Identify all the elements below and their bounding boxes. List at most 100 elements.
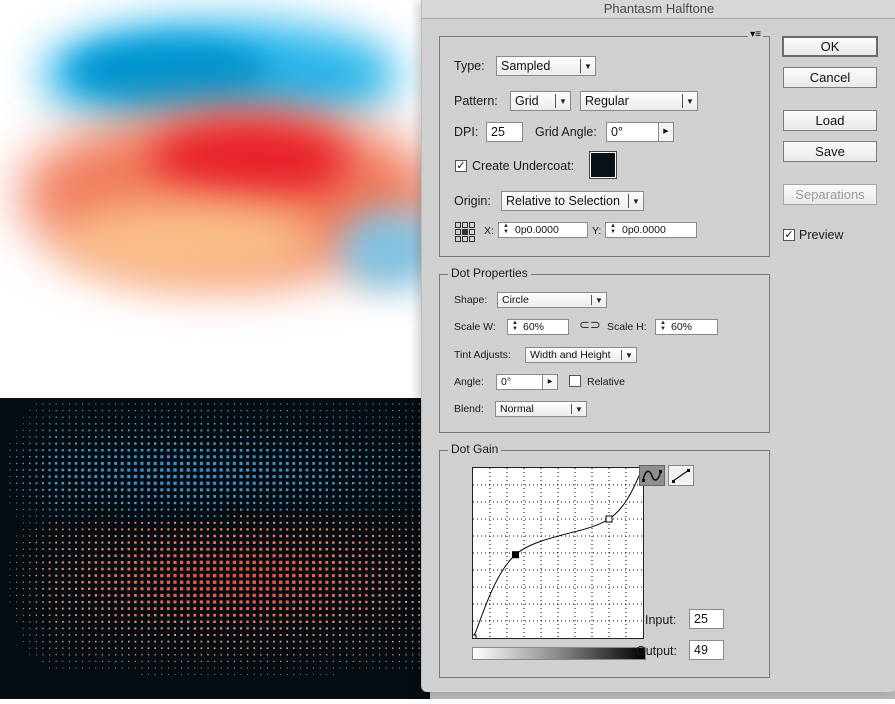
halftone-dot	[147, 508, 150, 511]
halftone-dot	[278, 587, 283, 591]
halftone-dot	[74, 455, 78, 458]
input-field[interactable]: 25	[689, 609, 724, 629]
x-input[interactable]: ▲ ▼ 0p0.0000	[498, 222, 588, 238]
halftone-dot	[94, 561, 97, 564]
halftone-dot	[69, 667, 70, 669]
halftone-dot	[365, 600, 368, 604]
pattern-select[interactable]: Grid ▼	[510, 91, 571, 111]
y-stepper[interactable]: ▲ ▼	[607, 223, 619, 237]
type-select[interactable]: Sampled ▼	[496, 56, 596, 76]
cancel-button[interactable]: Cancel	[783, 67, 877, 88]
shape-select[interactable]: Circle ▼	[497, 292, 607, 308]
halftone-dot	[299, 403, 301, 405]
dot-gain-curve-graph[interactable]	[472, 467, 644, 639]
halftone-dot	[332, 488, 335, 491]
create-undercoat-checkbox[interactable]: ✓	[455, 160, 467, 172]
halftone-dot	[160, 481, 164, 485]
halftone-dot	[16, 489, 18, 491]
halftone-dot	[94, 574, 97, 577]
halftone-dot	[305, 462, 309, 465]
x-stepper[interactable]: ▲ ▼	[500, 223, 512, 237]
play-arrow-icon[interactable]: ▶	[658, 123, 673, 141]
halftone-dot	[338, 574, 342, 577]
halftone-dot	[200, 667, 202, 669]
halftone-dot	[339, 654, 341, 656]
ok-button[interactable]: OK	[782, 36, 878, 57]
blend-select[interactable]: Normal ▼	[495, 401, 587, 417]
halftone-dot	[392, 654, 394, 656]
origin-select[interactable]: Relative to Selection ▼	[501, 191, 644, 211]
angle-input[interactable]: 0° ▶	[496, 374, 558, 390]
halftone-dot	[272, 627, 276, 630]
y-input[interactable]: ▲ ▼ 0p0.0000	[605, 222, 697, 238]
curve-point[interactable]	[472, 634, 477, 639]
halftone-dot	[147, 560, 151, 564]
halftone-dot	[398, 660, 400, 662]
halftone-dot	[207, 416, 209, 418]
tint-adjusts-select[interactable]: Width and Height ▼	[525, 347, 637, 363]
scale-h-stepper[interactable]: ▲ ▼	[657, 320, 669, 334]
halftone-dot	[88, 522, 90, 524]
halftone-dot	[305, 481, 309, 485]
scale-w-stepper[interactable]: ▲ ▼	[509, 320, 521, 334]
grid-angle-input[interactable]: 0° ▶	[606, 122, 674, 142]
load-button[interactable]: Load	[783, 110, 877, 131]
halftone-dot	[260, 667, 262, 669]
output-field[interactable]: 49	[689, 640, 724, 660]
halftone-dot	[233, 613, 236, 617]
halftone-dot	[332, 667, 334, 669]
halftone-dot	[186, 587, 190, 591]
linear-mode-button[interactable]	[668, 465, 694, 486]
curve-point-selected[interactable]	[512, 551, 519, 559]
halftone-dot	[166, 580, 171, 584]
link-icon[interactable]: ⊂⊃	[579, 317, 601, 333]
halftone-dot	[411, 475, 414, 478]
halftone-dot	[358, 541, 361, 544]
preview-checkbox[interactable]: ✓	[783, 229, 795, 241]
halftone-dot	[127, 475, 131, 479]
reference-point-icon[interactable]	[454, 221, 476, 243]
halftone-dot	[22, 555, 24, 557]
halftone-dot	[346, 410, 348, 412]
panel-menu-icon[interactable]: ▾≡	[748, 30, 763, 40]
halftone-dot	[114, 495, 117, 498]
curve-point[interactable]	[605, 515, 613, 523]
save-button[interactable]: Save	[783, 141, 877, 162]
halftone-dot	[68, 481, 71, 485]
halftone-dot	[199, 587, 204, 591]
halftone-dot	[200, 534, 203, 538]
scale-h-value: 60%	[671, 321, 693, 333]
halftone-dot	[200, 423, 203, 425]
halftone-dot	[411, 522, 414, 524]
halftone-dot	[405, 475, 407, 478]
halftone-dot	[305, 574, 309, 578]
halftone-dot	[226, 600, 230, 604]
halftone-dot	[385, 416, 387, 418]
halftone-dot	[292, 554, 296, 558]
halftone-dot	[293, 647, 295, 649]
curve-mode-button[interactable]	[639, 465, 665, 486]
halftone-dot	[305, 534, 309, 538]
dpi-input[interactable]: 25	[486, 122, 523, 142]
halftone-dot	[326, 403, 328, 405]
undercoat-color-swatch[interactable]	[589, 151, 617, 179]
halftone-dot	[313, 410, 315, 412]
relative-checkbox[interactable]	[569, 375, 581, 387]
halftone-dot	[372, 640, 374, 643]
halftone-dot	[134, 600, 137, 604]
halftone-dot	[35, 488, 38, 491]
halftone-dot	[75, 541, 77, 544]
halftone-dot	[378, 502, 381, 504]
halftone-dot	[227, 667, 229, 669]
scale-w-input[interactable]: ▲ ▼ 60%	[507, 319, 569, 335]
halftone-dot	[371, 600, 375, 604]
halftone-dot	[101, 607, 104, 610]
halftone-dot	[81, 429, 84, 432]
pattern-variant-select[interactable]: Regular ▼	[580, 91, 698, 111]
halftone-dot	[173, 468, 177, 472]
play-arrow-icon[interactable]: ▶	[542, 375, 557, 389]
halftone-dot	[358, 548, 361, 551]
halftone-dot	[325, 468, 329, 472]
scale-h-input[interactable]: ▲ ▼ 60%	[655, 319, 718, 335]
halftone-dot	[418, 548, 421, 551]
